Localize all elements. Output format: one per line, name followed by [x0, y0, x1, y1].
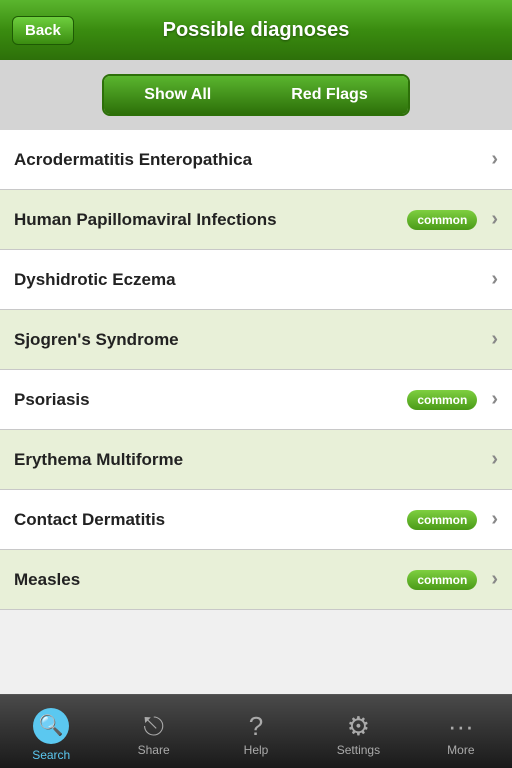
chevron-right-icon: › [491, 508, 498, 531]
settings-icon: ⚙ [347, 713, 370, 739]
common-badge: common [407, 210, 477, 230]
chevron-right-icon: › [491, 268, 498, 291]
list-item[interactable]: Sjogren's Syndrome › [0, 310, 512, 370]
chevron-right-icon: › [491, 448, 498, 471]
settings-tab-label: Settings [337, 743, 380, 757]
diagnosis-name: Sjogren's Syndrome [14, 330, 485, 350]
chevron-right-icon: › [491, 148, 498, 171]
more-icon: ··· [448, 713, 474, 739]
list-item[interactable]: Psoriasis common › [0, 370, 512, 430]
share-tab-label: Share [138, 743, 170, 757]
show-all-button[interactable]: Show All [104, 76, 251, 114]
diagnosis-name: Dyshidrotic Eczema [14, 270, 485, 290]
common-badge: common [407, 570, 477, 590]
chevron-right-icon: › [491, 328, 498, 351]
list-item[interactable]: Measles common › [0, 550, 512, 610]
list-item[interactable]: Acrodermatitis Enteropathica › [0, 130, 512, 190]
help-icon: ? [249, 713, 263, 739]
tab-bar: 🔍 Search ⎋ Share ? Help ⚙ Settings ··· M… [0, 694, 512, 768]
tab-more[interactable]: ··· More [410, 695, 512, 768]
diagnosis-name: Acrodermatitis Enteropathica [14, 150, 485, 170]
header: Back Possible diagnoses [0, 0, 512, 60]
tab-search[interactable]: 🔍 Search [0, 695, 102, 768]
chevron-right-icon: › [491, 208, 498, 231]
red-flags-button[interactable]: Red Flags [251, 76, 407, 114]
share-icon: ⎋ [143, 713, 164, 739]
more-tab-label: More [447, 743, 474, 757]
page-title: Possible diagnoses [0, 19, 512, 42]
list-item[interactable]: Erythema Multiforme › [0, 430, 512, 490]
list-item[interactable]: Contact Dermatitis common › [0, 490, 512, 550]
common-badge: common [407, 390, 477, 410]
list-item[interactable]: Human Papillomaviral Infections common › [0, 190, 512, 250]
diagnosis-name: Human Papillomaviral Infections [14, 210, 397, 230]
list-item[interactable]: Dyshidrotic Eczema › [0, 250, 512, 310]
diagnosis-name: Measles [14, 570, 397, 590]
help-tab-label: Help [244, 743, 269, 757]
diagnosis-name: Erythema Multiforme [14, 450, 485, 470]
filter-toggle: Show All Red Flags [102, 74, 409, 116]
common-badge: common [407, 510, 477, 530]
back-button[interactable]: Back [12, 16, 74, 45]
chevron-right-icon: › [491, 388, 498, 411]
chevron-right-icon: › [491, 568, 498, 591]
tab-help[interactable]: ? Help [205, 695, 307, 768]
search-icon: 🔍 [33, 708, 69, 744]
search-tab-label: Search [32, 748, 70, 762]
toggle-bar: Show All Red Flags [0, 60, 512, 130]
tab-share[interactable]: ⎋ Share [102, 695, 204, 768]
diagnosis-name: Psoriasis [14, 390, 397, 410]
tab-settings[interactable]: ⚙ Settings [307, 695, 409, 768]
diagnoses-list: Acrodermatitis Enteropathica›Human Papil… [0, 130, 512, 706]
diagnosis-name: Contact Dermatitis [14, 510, 397, 530]
